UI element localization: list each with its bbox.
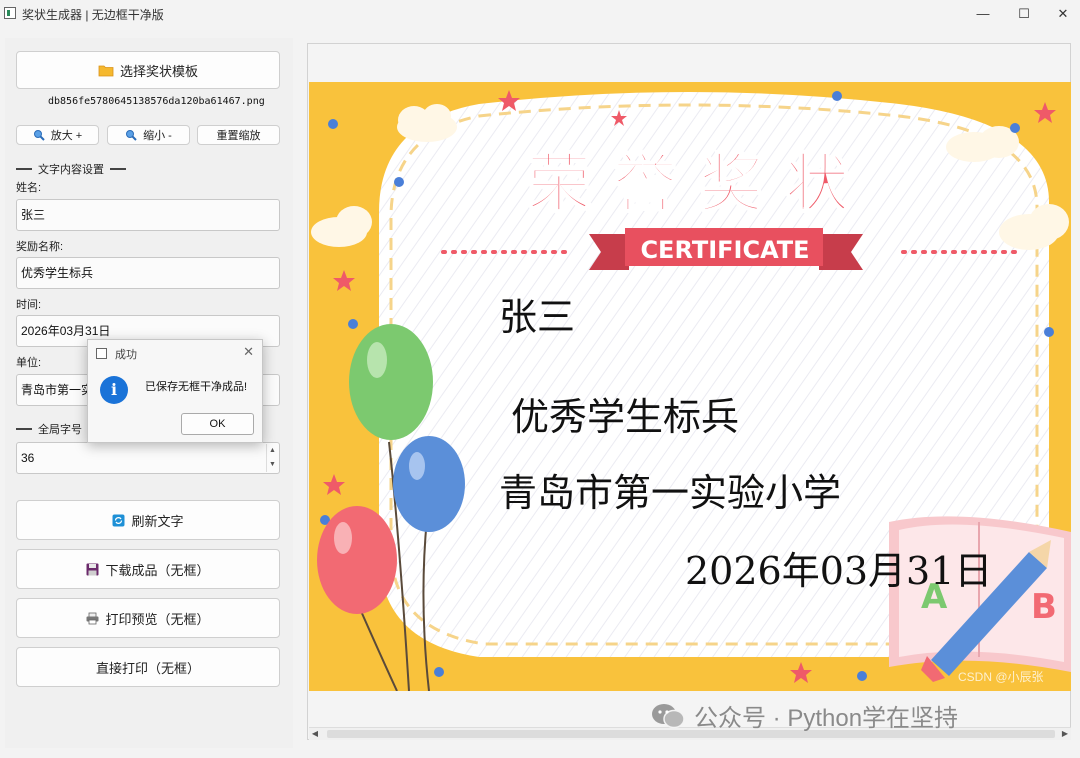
title-bar: 奖状生成器 | 无边框干净版 — ☐ ✕ [0,0,1080,28]
app-icon [4,7,16,19]
dialog-close-icon[interactable]: ✕ [243,344,254,360]
spin-arrows[interactable]: ▲ ▼ [266,444,278,472]
refresh-text-button[interactable]: 刷新文字 [16,500,280,540]
spin-down-icon[interactable]: ▼ [267,458,278,472]
zoom-out-button[interactable]: 缩小 - [107,125,190,145]
refresh-icon [112,514,125,526]
wechat-icon [652,703,685,728]
download-button[interactable]: 下载成品（无框） [16,549,280,589]
divider [16,168,32,170]
zoom-in-button[interactable]: 放大 + [16,125,99,145]
certificate-unit: 青岛市第一实验小学 [499,471,841,515]
csdn-watermark: CSDN @小辰张 [958,670,1044,684]
award-input[interactable]: 优秀学生标兵 [16,257,280,289]
dialog-app-icon [96,348,107,359]
spin-up-icon[interactable]: ▲ [267,444,278,458]
font-size-spinbox[interactable]: 36 ▲ ▼ [16,442,280,474]
font-size-value: 36 [21,451,35,465]
section-title: 全局字号 [38,424,82,436]
magnifier-icon [126,130,137,141]
zoom-out-label: 缩小 - [143,130,172,142]
certificate-subtitle: CERTIFICATE [640,236,809,264]
folder-icon [98,65,114,76]
success-dialog: 成功 ✕ i 已保存无框干净成品! OK [87,339,263,443]
wechat-watermark: 公众号 · Python学在坚持 [650,698,958,733]
certificate-award: 优秀学生标兵 [511,395,739,439]
certificate-image: 荣誉奖状 CERTIFICATE A B 张三 优秀学生标兵 青岛市第一实验小学… [309,82,1071,691]
certificate-name: 张三 [499,295,575,339]
print-preview-label: 打印预览（无框） [105,611,210,627]
close-window-button[interactable]: ✕ [1048,4,1078,24]
maximize-button[interactable]: ☐ [1009,4,1039,24]
certificate-title: 荣誉奖状 [527,148,871,222]
name-input[interactable]: 张三 [16,199,280,231]
dialog-title: 成功 [115,349,137,361]
download-label: 下载成品（无框） [105,562,210,578]
template-filename: db856fe5780645138576da120ba61467.png [48,96,265,107]
watermark-text: 公众号 · Python学在坚持 [694,705,959,732]
window-title: 奖状生成器 | 无边框干净版 [22,8,164,22]
print-preview-button[interactable]: 打印预览（无框） [16,598,280,638]
scroll-right-icon[interactable]: ▶ [1059,728,1071,740]
award-label: 奖励名称: [16,241,64,253]
minimize-button[interactable]: — [968,4,998,24]
select-template-button[interactable]: 选择奖状模板 [16,51,280,89]
magnifier-icon [33,130,45,141]
font-size-section: 全局字号 [16,421,82,437]
divider [110,168,126,170]
reset-zoom-button[interactable]: 重置缩放 [197,125,280,145]
info-icon: i [100,376,128,404]
scroll-left-icon[interactable]: ◀ [309,728,321,740]
text-settings-section: 文字内容设置 [16,161,126,177]
divider [16,428,32,430]
zoom-in-label: 放大 + [50,130,83,142]
dialog-message: 已保存无框干净成品! [145,381,248,393]
section-title: 文字内容设置 [38,164,104,176]
select-template-label: 选择奖状模板 [119,63,198,79]
name-label: 姓名: [16,182,42,194]
refresh-label: 刷新文字 [131,513,184,529]
unit-label: 单位: [16,357,42,369]
direct-print-label: 直接打印（无框） [95,660,200,676]
save-disk-icon [86,563,99,575]
ok-button[interactable]: OK [181,413,254,435]
direct-print-button[interactable]: 直接打印（无框） [16,647,280,687]
date-label: 时间: [16,299,42,311]
reset-zoom-label: 重置缩放 [216,130,261,142]
printer-icon [86,612,99,624]
book-letter-b: B [1031,587,1057,627]
certificate-date: 2026年03月31日 [685,549,992,593]
